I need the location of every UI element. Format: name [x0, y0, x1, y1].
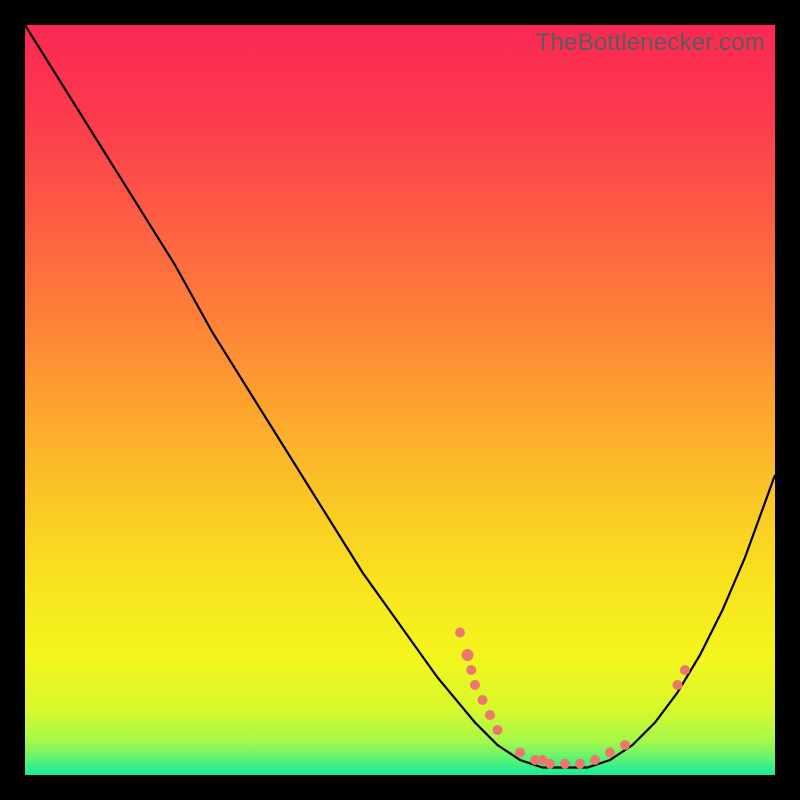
- data-marker: [455, 628, 465, 638]
- data-marker: [515, 748, 525, 758]
- data-marker: [673, 680, 683, 690]
- data-marker: [605, 748, 615, 758]
- data-marker: [545, 759, 555, 769]
- watermark-text: TheBottleneсker.com: [536, 29, 765, 57]
- chart-frame: TheBottleneсker.com: [25, 25, 775, 775]
- bottleneck-chart: [25, 25, 775, 775]
- data-marker: [462, 649, 474, 661]
- gradient-background: [25, 25, 775, 775]
- data-marker: [466, 665, 476, 675]
- data-marker: [470, 680, 480, 690]
- data-marker: [620, 740, 630, 750]
- data-marker: [680, 665, 690, 675]
- data-marker: [575, 759, 585, 769]
- data-marker: [478, 695, 488, 705]
- data-marker: [493, 725, 503, 735]
- data-marker: [485, 710, 495, 720]
- data-marker: [560, 759, 570, 769]
- data-marker: [590, 755, 600, 765]
